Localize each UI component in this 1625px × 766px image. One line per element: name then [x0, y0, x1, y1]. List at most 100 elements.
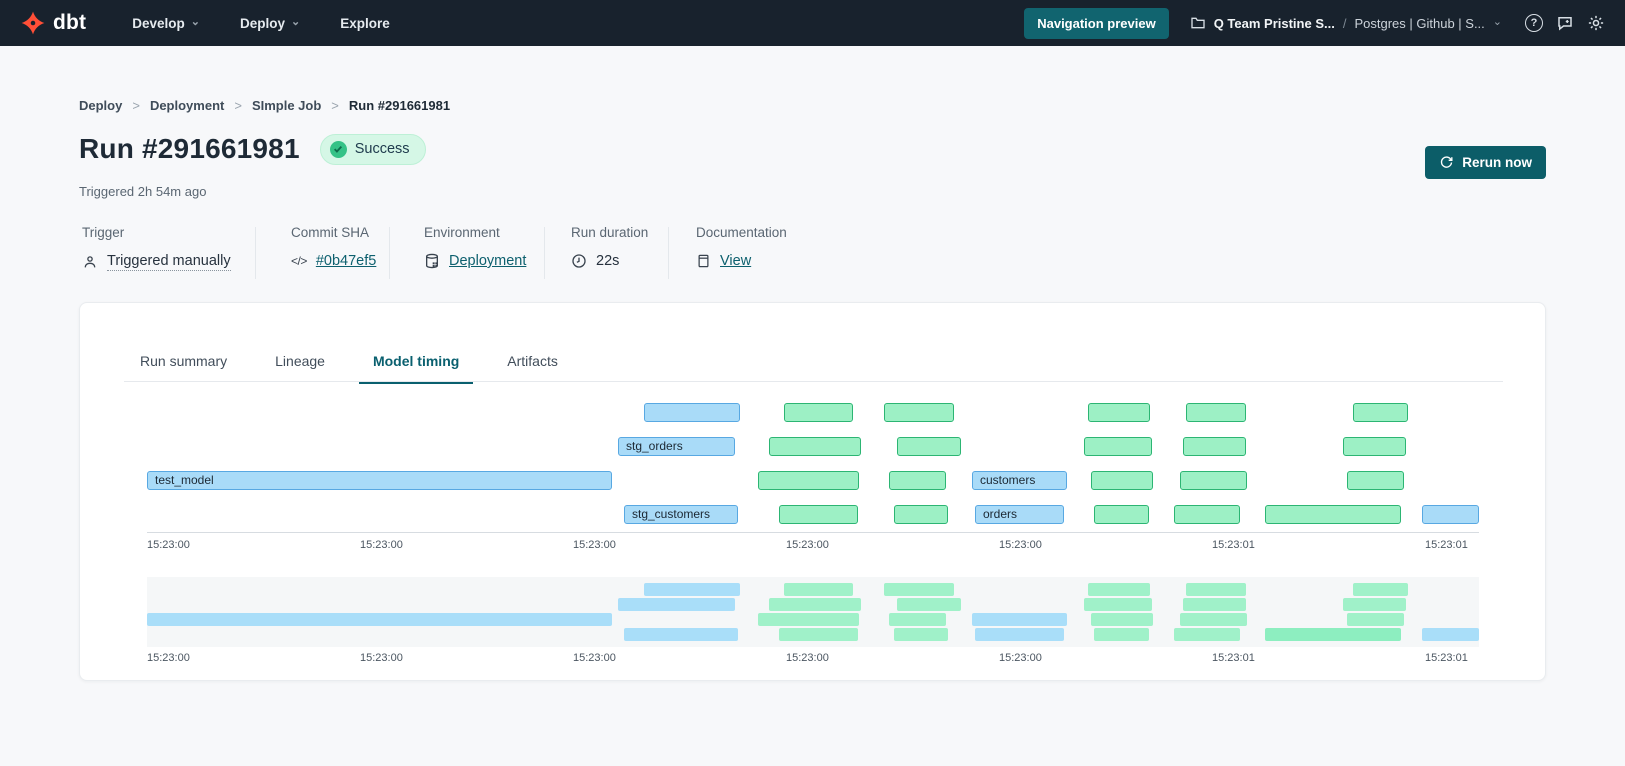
breadcrumb-separator: > [331, 98, 339, 113]
divider [544, 227, 545, 279]
nav-menu-explore[interactable]: Explore [340, 16, 390, 31]
trigger-value[interactable]: Triggered manually [107, 253, 231, 271]
breadcrumb-item-current: Run #291661981 [349, 98, 450, 113]
overview-bar [1343, 598, 1406, 611]
project-switcher[interactable]: Q Team Pristine S... / Postgres | Github… [1190, 15, 1502, 31]
chevron-down-icon: ⌄ [291, 17, 300, 28]
breadcrumb-separator: > [234, 98, 242, 113]
code-icon: </> [291, 254, 307, 268]
meta-commit-sha: Commit SHA </> #0b47ef5 [291, 225, 376, 269]
meta-run-duration: Run duration 22s [571, 225, 648, 269]
overview-bar [1422, 628, 1479, 641]
status-badge: Success [320, 134, 426, 165]
gantt-bar[interactable] [769, 437, 861, 456]
overview-bar-test_model [147, 613, 612, 626]
overview-bar [1186, 583, 1246, 596]
overview-tick-label: 15:23:01 [1425, 652, 1468, 664]
gantt-bar[interactable] [1088, 403, 1150, 422]
gantt-bar[interactable] [1084, 437, 1152, 456]
gantt-bar[interactable] [1186, 403, 1246, 422]
gantt-bar-test_model[interactable]: test_model [147, 471, 612, 490]
breadcrumb-item[interactable]: Deployment [150, 98, 224, 113]
gantt-bar[interactable] [1094, 505, 1149, 524]
gantt-bar[interactable] [644, 403, 740, 422]
settings-gear-icon[interactable] [1587, 14, 1605, 32]
user-icon [82, 254, 98, 270]
gantt-bar[interactable] [1347, 471, 1404, 490]
meta-label: Run duration [571, 225, 648, 240]
gantt-bar[interactable] [758, 471, 859, 490]
folder-icon [1190, 15, 1206, 31]
documentation-view-link[interactable]: View [720, 253, 751, 269]
x-axis-tick-label: 15:23:00 [786, 539, 829, 551]
gantt-bar-customers[interactable]: customers [972, 471, 1067, 490]
nav-menu-label: Deploy [240, 16, 285, 31]
overview-tick-label: 15:23:00 [786, 652, 829, 664]
gantt-bar[interactable] [1343, 437, 1406, 456]
gantt-bar[interactable] [889, 471, 946, 490]
dbt-logo[interactable]: dbt [20, 10, 86, 36]
environment-link[interactable]: Deployment [449, 253, 526, 269]
triggered-timestamp: Triggered 2h 54m ago [79, 184, 206, 199]
overview-bar [889, 613, 946, 626]
breadcrumb-separator: > [132, 98, 140, 113]
overview-bar-customers [972, 613, 1067, 626]
nav-icons: ? [1525, 14, 1605, 32]
rerun-now-button[interactable]: Rerun now [1425, 146, 1546, 179]
overview-bar [1180, 613, 1247, 626]
x-axis-line [147, 532, 1479, 533]
rerun-icon [1439, 155, 1454, 170]
gantt-bar[interactable] [1091, 471, 1153, 490]
page: dbt Develop ⌄ Deploy ⌄ Explore Navigatio… [0, 0, 1625, 766]
run-meta-row: Trigger Triggered manually Commit SHA </… [0, 225, 1625, 280]
overview-bar [758, 613, 859, 626]
overview-tick-label: 15:23:00 [573, 652, 616, 664]
nav-right: Navigation preview Q Team Pristine S... … [1024, 8, 1605, 39]
meta-label: Trigger [82, 225, 231, 240]
gantt-bar[interactable] [784, 403, 853, 422]
x-axis-tick-label: 15:23:00 [999, 539, 1042, 551]
top-navbar: dbt Develop ⌄ Deploy ⌄ Explore Navigatio… [0, 0, 1625, 46]
overview-tick-label: 15:23:01 [1212, 652, 1255, 664]
overview-bar [1094, 628, 1149, 641]
breadcrumb-item[interactable]: Deploy [79, 98, 122, 113]
project-name: Q Team Pristine S... [1214, 16, 1335, 31]
gantt-bar[interactable] [1180, 471, 1247, 490]
gantt-bar[interactable] [897, 437, 961, 456]
overview-bar-stg_orders [618, 598, 735, 611]
overview-bar [1347, 613, 1404, 626]
gantt-bar[interactable] [1353, 403, 1408, 422]
dbt-logo-icon [20, 10, 46, 36]
nav-menu-label: Explore [340, 16, 390, 31]
x-axis-tick-label: 15:23:00 [573, 539, 616, 551]
overview-bar [1088, 583, 1150, 596]
gantt-bar-orders[interactable]: orders [975, 505, 1064, 524]
commit-sha-link[interactable]: #0b47ef5 [316, 253, 376, 269]
gantt-bar[interactable] [1183, 437, 1246, 456]
navigation-preview-button[interactable]: Navigation preview [1024, 8, 1168, 39]
x-axis-tick-label: 15:23:01 [1212, 539, 1255, 551]
gantt-bar[interactable] [884, 403, 954, 422]
overview-bar-orders [975, 628, 1064, 641]
overview-bar [1183, 598, 1246, 611]
status-label: Success [355, 141, 410, 157]
help-icon[interactable]: ? [1525, 14, 1543, 32]
environment-name: Postgres | Github | S... [1354, 16, 1484, 31]
nav-menu-deploy[interactable]: Deploy ⌄ [240, 16, 300, 31]
feedback-icon[interactable] [1556, 14, 1574, 32]
doc-icon [696, 253, 711, 269]
overview-bar [769, 598, 861, 611]
breadcrumb-item[interactable]: SImple Job [252, 98, 321, 113]
gantt-bar[interactable] [1174, 505, 1240, 524]
overview-bar [1084, 598, 1152, 611]
gantt-bar[interactable] [1422, 505, 1479, 524]
gantt-bar[interactable] [779, 505, 858, 524]
gantt-bar-stg_orders[interactable]: stg_orders [618, 437, 735, 456]
gantt-bar[interactable] [1265, 505, 1401, 524]
meta-label: Environment [424, 225, 526, 240]
nav-menu-develop[interactable]: Develop ⌄ [132, 16, 200, 31]
meta-label: Commit SHA [291, 225, 376, 240]
gantt-bar[interactable] [894, 505, 948, 524]
x-axis-tick-label: 15:23:00 [147, 539, 190, 551]
gantt-bar-stg_customers[interactable]: stg_customers [624, 505, 738, 524]
